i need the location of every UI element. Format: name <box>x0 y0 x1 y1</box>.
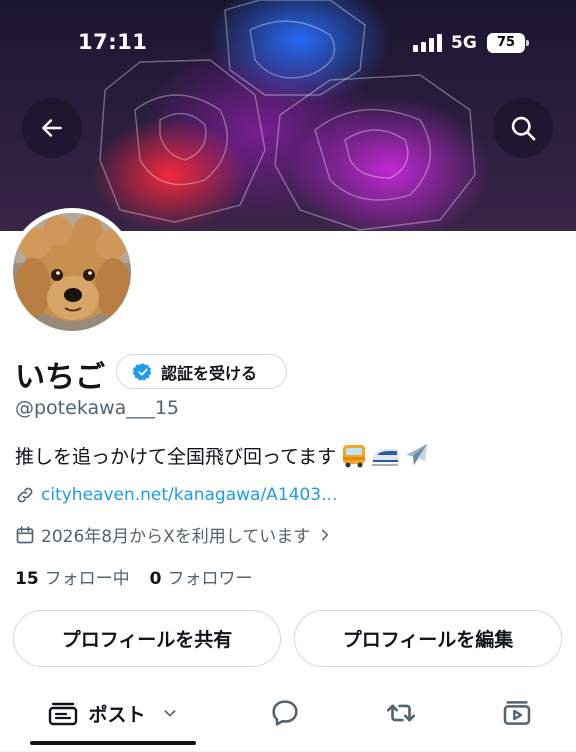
calendar-icon <box>16 525 34 543</box>
joined-text: 2026年8月からXを利用しています <box>41 527 311 547</box>
media-icon <box>503 701 531 725</box>
display-name: いちご <box>15 360 105 395</box>
status-bar: 17:11 5G 75 <box>0 0 576 88</box>
following-link[interactable]: 15 フォロー中 <box>15 564 130 589</box>
back-button[interactable] <box>22 98 82 158</box>
link-icon <box>17 487 33 503</box>
bio: 推しを追っかけて全国飛び回ってます <box>15 441 432 469</box>
edit-profile-button[interactable]: プロフィールを編集 <box>294 610 562 667</box>
posts-icon <box>49 702 78 726</box>
followers-link[interactable]: 0 フォロワー <box>150 564 253 589</box>
bio-text: 推しを追っかけて全国飛び回ってます <box>15 445 337 468</box>
profile-tabs: ポスト <box>0 684 576 752</box>
network-type: 5G <box>451 33 477 53</box>
profile-link[interactable]: cityheaven.net/kanagawa/A1403... <box>15 485 337 505</box>
clock-time: 17:11 <box>78 30 148 54</box>
verified-badge-icon <box>133 362 152 381</box>
user-handle: @potekawa___15 <box>15 397 179 419</box>
replies-icon <box>272 700 298 726</box>
battery-icon: 75 <box>487 33 529 53</box>
avatar[interactable] <box>8 208 136 336</box>
profile-link-text[interactable]: cityheaven.net/kanagawa/A1403... <box>41 485 337 505</box>
cellular-signal-icon <box>413 34 442 52</box>
follow-stats: 15 フォロー中 0 フォロワー <box>15 564 253 589</box>
search-button[interactable] <box>493 98 553 158</box>
avatar-image <box>13 213 131 331</box>
arrow-left-icon <box>42 119 62 137</box>
following-label: フォロー中 <box>44 569 130 589</box>
airplane-icon <box>406 444 428 465</box>
joined-date[interactable]: 2026年8月からXを利用しています <box>15 522 332 547</box>
bullet-train-icon <box>372 449 399 466</box>
tab-reposts[interactable] <box>384 696 418 730</box>
search-icon <box>511 116 536 141</box>
tab-media[interactable] <box>500 696 534 730</box>
share-profile-button[interactable]: プロフィールを共有 <box>13 610 281 667</box>
reposts-icon <box>386 704 416 722</box>
tab-replies[interactable] <box>268 696 302 730</box>
followers-count: 0 <box>149 569 162 589</box>
tab-posts-label: ポスト <box>88 703 146 726</box>
get-verified-label: 認証を受ける <box>161 363 258 383</box>
following-count: 15 <box>15 569 39 589</box>
chevron-right-icon <box>322 529 329 540</box>
tab-posts[interactable]: ポスト <box>30 684 196 742</box>
bus-icon <box>343 445 366 468</box>
active-tab-indicator <box>30 741 196 745</box>
get-verified-button[interactable]: 認証を受ける <box>116 354 287 389</box>
chevron-down-icon <box>164 710 175 717</box>
followers-label: フォロワー <box>167 569 253 589</box>
